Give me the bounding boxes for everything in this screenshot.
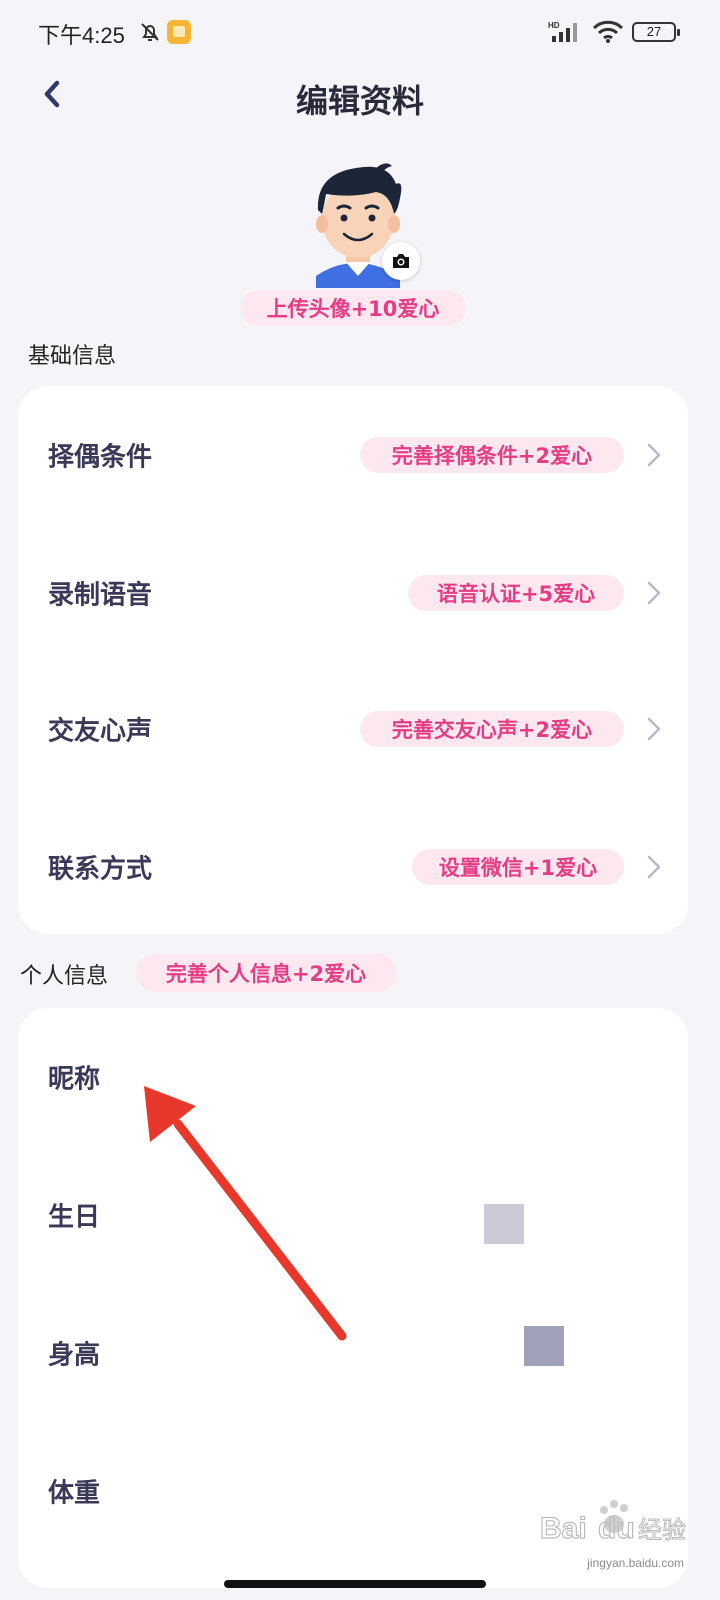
- home-indicator[interactable]: [224, 1580, 486, 1588]
- upload-avatar-reward[interactable]: 上传头像+10爱心: [240, 290, 466, 326]
- row-dating-voice[interactable]: 交友心声 完善交友心声+2爱心: [18, 660, 688, 798]
- bell-muted-icon: [141, 23, 159, 41]
- row-label: 交友心声: [48, 716, 153, 747]
- baidu-logo: Bai du 经验: [539, 1500, 687, 1546]
- row-label: 生日: [48, 1202, 101, 1233]
- battery-indicator: 27: [632, 22, 680, 42]
- row-label: 录制语音: [48, 580, 153, 611]
- status-bar: 下午4:25 HD 27: [0, 0, 720, 66]
- svg-text:du: du: [598, 1512, 635, 1545]
- personal-info-reward: 完善个人信息+2爱心: [136, 954, 396, 992]
- chevron-right-icon: [647, 855, 661, 879]
- camera-icon: [393, 254, 409, 268]
- network-type-text: HD: [548, 21, 560, 30]
- row-partner-criteria[interactable]: 择偶条件 完善择偶条件+2爱心: [18, 386, 688, 524]
- row-label: 身高: [48, 1340, 101, 1371]
- row-label: 体重: [48, 1478, 101, 1509]
- row-label: 择偶条件: [48, 442, 153, 473]
- notification-app-icon: [167, 20, 191, 44]
- basic-info-card: 择偶条件 完善择偶条件+2爱心 录制语音 语音认证+5爱心 交友心声 完善交友心…: [18, 386, 688, 934]
- page-title: 编辑资料: [295, 82, 424, 120]
- reward-tag: 设置微信+1爱心: [412, 849, 624, 885]
- svg-text:Bai: Bai: [540, 1512, 587, 1545]
- birthday-value-placeholder: [484, 1204, 524, 1244]
- watermark-url: jingyan.baidu.com: [587, 1556, 684, 1570]
- signal-icon: HD: [548, 21, 577, 42]
- nav-bar: 编辑资料: [0, 66, 720, 128]
- row-record-voice[interactable]: 录制语音 语音认证+5爱心: [18, 524, 688, 662]
- svg-text:经验: 经验: [638, 1516, 686, 1544]
- reward-tag: 语音认证+5爱心: [408, 575, 624, 611]
- height-value-placeholder: [524, 1326, 564, 1366]
- baidu-watermark: Bai du 经验 jingyan.baidu.com: [538, 1492, 688, 1576]
- chevron-right-icon: [647, 581, 661, 605]
- camera-upload-button[interactable]: [382, 242, 420, 280]
- wifi-icon: [592, 20, 624, 43]
- personal-info-title: 个人信息: [20, 964, 109, 989]
- row-label: 昵称: [48, 1064, 101, 1095]
- reward-tag: 完善交友心声+2爱心: [360, 711, 624, 747]
- chevron-right-icon: [647, 443, 661, 467]
- row-label: 联系方式: [48, 854, 153, 885]
- row-contact[interactable]: 联系方式 设置微信+1爱心: [18, 798, 688, 936]
- basic-info-title: 基础信息: [28, 344, 117, 369]
- status-time: 下午4:25: [38, 23, 125, 48]
- reward-tag: 完善择偶条件+2爱心: [360, 437, 624, 473]
- annotation-arrow: [144, 1086, 347, 1341]
- chevron-right-icon: [647, 717, 661, 741]
